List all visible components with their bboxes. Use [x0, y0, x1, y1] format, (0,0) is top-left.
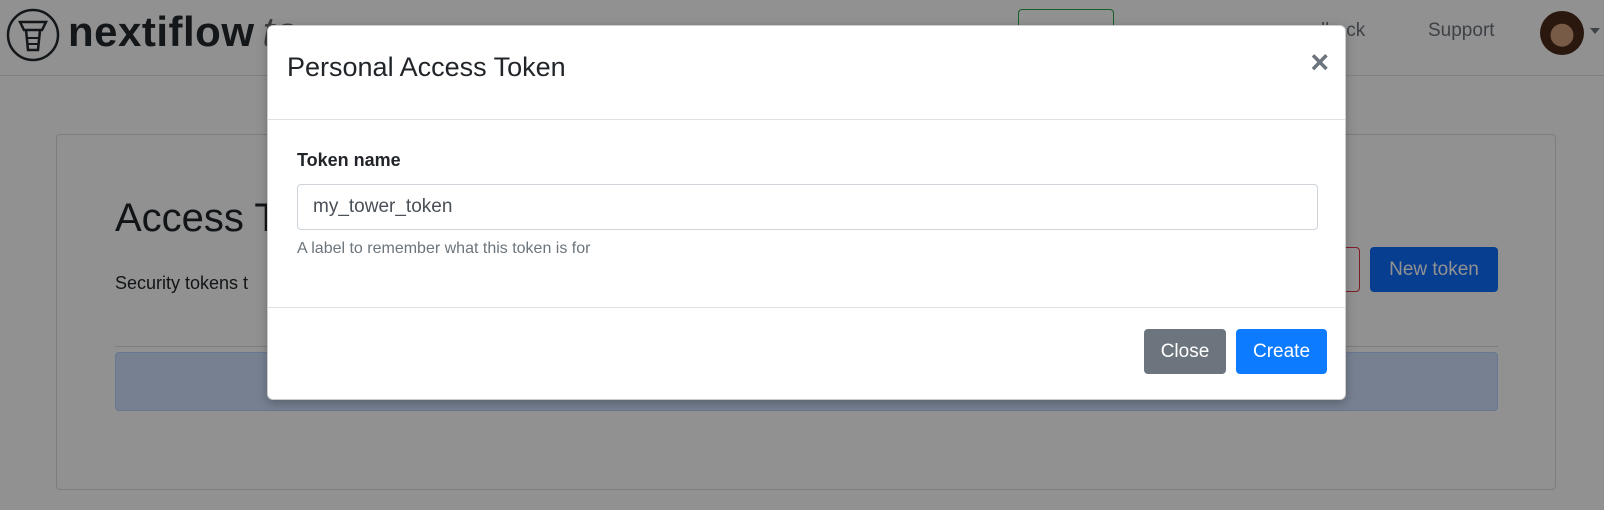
close-button[interactable]: Close [1144, 329, 1226, 374]
modal-title: Personal Access Token [287, 52, 566, 82]
token-name-label: Token name [297, 150, 401, 170]
personal-access-token-modal: Personal Access Token × Token name A lab… [267, 25, 1346, 400]
token-name-input[interactable] [297, 184, 1318, 230]
modal-body: Token name A label to remember what this… [268, 120, 1345, 307]
create-button[interactable]: Create [1236, 329, 1327, 374]
token-name-help-text: A label to remember what this token is f… [297, 240, 591, 257]
close-icon[interactable]: × [1310, 44, 1329, 80]
modal-header: Personal Access Token × [268, 26, 1345, 120]
modal-footer: Close Create [268, 307, 1345, 399]
